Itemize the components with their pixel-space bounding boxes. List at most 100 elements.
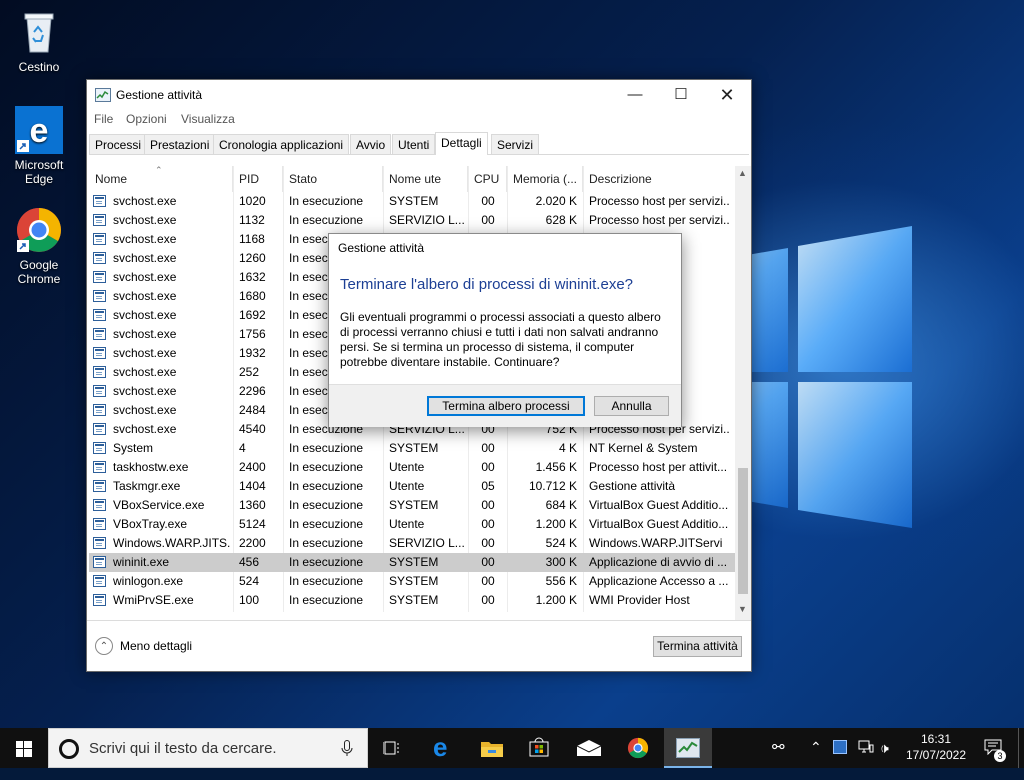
process-icon [93,214,106,226]
column-header-cpu[interactable]: CPU [468,166,507,192]
less-details-label: Meno dettagli [120,639,193,653]
cell-user: SERVIZIO L... [389,213,465,227]
table-row[interactable]: Taskmgr.exe 1404 In esecuzione Utente 05 10.7… [89,477,735,496]
virtualbox-tray-icon[interactable] [833,740,847,754]
tab-app-history[interactable]: Cronologia applicazioni [213,134,350,154]
cell-memory: 1.456 K [535,460,577,474]
end-task-button[interactable]: Termina attività [653,636,742,657]
edge-icon: e [433,732,448,762]
table-row[interactable]: WmiPrvSE.exe 100 In esecuzione SYSTEM 00 1.20… [89,591,735,610]
cell-pid: 252 [239,365,260,379]
end-process-tree-button[interactable]: Termina albero processi [427,396,585,416]
desktop-icon-chrome[interactable]: Google Chrome [3,206,75,286]
cell-pid: 456 [239,555,260,569]
cell-name: svchost.exe [113,289,177,303]
cell-description: VirtualBox Guest Additio... [589,498,729,512]
cell-state: In esecuzione [289,574,364,588]
store-bag-icon [529,737,549,757]
people-icon[interactable]: ⚯ [772,738,785,778]
scrollbar-thumb[interactable] [738,468,748,594]
table-row[interactable]: wininit.exe 456 In esecuzione SYSTEM 00 300 K… [89,553,735,572]
process-icon [93,442,106,454]
scroll-down-arrow-icon[interactable]: ▼ [738,604,747,614]
network-icon[interactable] [858,740,874,780]
cell-user: SYSTEM [389,593,439,607]
cell-cpu: 00 [481,517,495,531]
column-header-name[interactable]: Nome ⌃ [89,165,233,192]
process-icon [93,575,106,587]
cell-user: SYSTEM [389,555,439,569]
close-button[interactable]: ✕ [704,80,750,110]
cell-pid: 1260 [239,251,266,265]
table-row[interactable]: System 4 In esecuzione SYSTEM 00 4 K NT Kernel… [89,439,735,458]
tab-startup[interactable]: Avvio [350,134,392,154]
start-button[interactable] [0,728,48,768]
cell-state: In esecuzione [289,498,364,512]
table-row[interactable]: VBoxService.exe 1360 In esecuzione SYSTEM 00… [89,496,735,515]
tab-performance[interactable]: Prestazioni [144,134,216,154]
menu-file[interactable]: File [94,112,113,126]
cell-description: Processo host per servizi... [589,194,729,208]
action-center-button[interactable]: 3 [982,728,1006,768]
vertical-scrollbar[interactable]: ▲ ▼ [735,166,751,620]
cell-cpu: 00 [481,441,495,455]
cell-user: SYSTEM [389,441,439,455]
cell-pid: 100 [239,593,260,607]
column-header-description[interactable]: Descrizione [583,166,735,192]
tab-processes[interactable]: Processi [89,134,148,154]
tab-users[interactable]: Utenti [392,134,436,154]
svg-text:e: e [30,112,49,150]
table-row[interactable]: Windows.WARP.JITS... 2200 In esecuzione SER… [89,534,735,553]
tab-services[interactable]: Servizi [491,134,540,154]
column-header-pid[interactable]: PID [233,166,283,192]
tab-details[interactable]: Dettagli [435,132,488,155]
table-row[interactable]: svchost.exe 1132 In esecuzione SERVIZIO L..… [89,211,735,230]
show-desktop-button[interactable] [1018,728,1024,768]
table-row[interactable]: winlogon.exe 524 In esecuzione SYSTEM 00 556 … [89,572,735,591]
minimize-button[interactable]: — [612,80,658,110]
scroll-up-arrow-icon[interactable]: ▲ [738,168,747,178]
task-view-button[interactable] [368,728,416,768]
desktop-icon-recycle-bin[interactable]: Cestino [3,8,75,74]
cancel-button[interactable]: Annulla [594,396,669,416]
menu-options[interactable]: Opzioni [126,112,167,126]
table-row[interactable]: taskhostw.exe 2400 In esecuzione Utente 00 1.… [89,458,735,477]
clock[interactable]: 16:31 17/07/2022 [900,728,972,768]
cell-name: wininit.exe [113,555,170,569]
cell-pid: 1756 [239,327,266,341]
column-header-memory[interactable]: Memoria (... [507,166,583,192]
cell-pid: 1168 [239,232,265,246]
windows-start-icon [16,741,32,757]
cell-user: Utente [389,517,425,531]
show-hidden-icons-chevron-icon[interactable]: ⌃ [810,739,822,779]
taskbar-file-explorer[interactable] [467,728,515,768]
chevron-up-circle-icon: ⌃ [95,637,113,655]
column-header-user[interactable]: Nome ute [383,166,468,192]
cell-description: WMI Provider Host [589,593,690,607]
table-row[interactable]: svchost.exe 1020 In esecuzione SYSTEM 00 2.02… [89,192,735,211]
cell-pid: 1632 [239,270,266,284]
desktop-icon-edge[interactable]: e Microsoft Edge [3,106,75,186]
taskbar-mail[interactable] [565,728,613,768]
cell-pid: 1020 [239,194,266,208]
cell-name: VBoxTray.exe [113,517,188,531]
column-header-state[interactable]: Stato [283,166,383,192]
cell-cpu: 00 [481,555,495,569]
cell-cpu: 00 [481,213,495,227]
table-row[interactable]: VBoxTray.exe 5124 In esecuzione Utente 00 1.2… [89,515,735,534]
taskbar-edge[interactable]: e [419,728,467,768]
microphone-icon[interactable] [341,740,353,757]
taskbar-task-manager[interactable] [664,728,712,768]
maximize-button[interactable]: ☐ [658,80,704,110]
menu-view[interactable]: Visualizza [181,112,235,126]
taskbar-chrome[interactable] [614,728,662,768]
volume-icon[interactable]: 🕩 [880,740,889,780]
taskbar-store[interactable] [515,728,563,768]
taskbar-search-box[interactable]: Scrivi qui il testo da cercare. [48,728,368,768]
cell-state: In esecuzione [289,536,364,550]
cell-description: Gestione attività [589,479,676,493]
cell-pid: 1680 [239,289,266,303]
process-icon [93,252,106,264]
title-bar[interactable]: Gestione attività — ☐ ✕ [87,80,751,110]
process-icon [93,233,106,245]
